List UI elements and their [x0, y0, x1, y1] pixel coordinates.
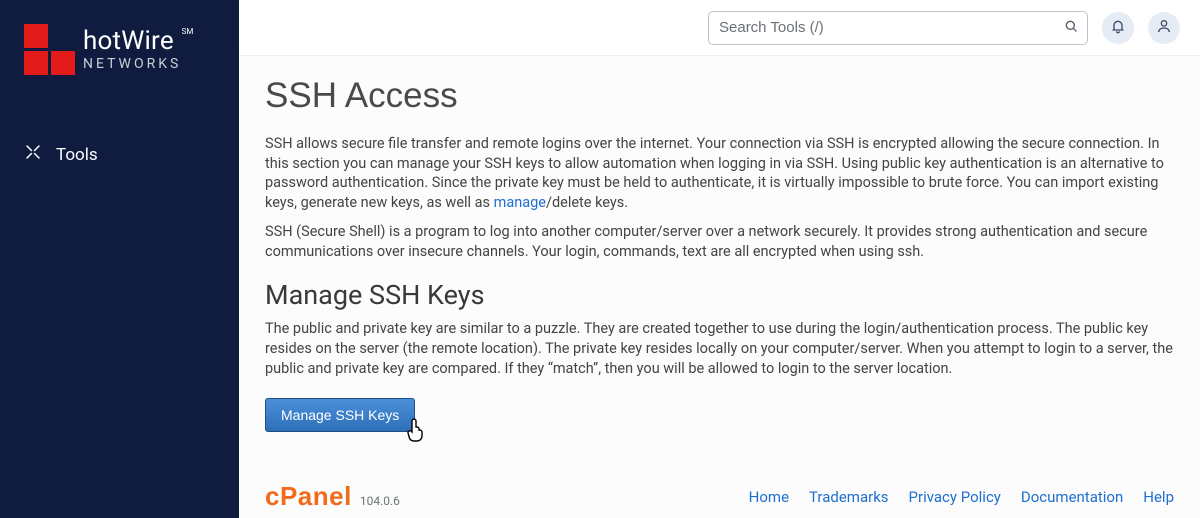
cpanel-logo: cPanel [265, 481, 352, 512]
intro-text-a: SSH allows secure file transfer and remo… [265, 135, 1164, 211]
footer-link-help[interactable]: Help [1143, 488, 1174, 506]
footer-link-trademarks[interactable]: Trademarks [809, 488, 889, 506]
account-button[interactable] [1148, 12, 1180, 44]
intro-paragraph-1: SSH allows secure file transfer and remo… [265, 134, 1174, 212]
cursor-hand-icon [404, 417, 428, 449]
user-icon [1156, 18, 1172, 38]
manage-link[interactable]: manage [494, 194, 546, 211]
manage-keys-heading: Manage SSH Keys [265, 279, 1174, 311]
sidebar-item-tools[interactable]: Tools [0, 129, 239, 180]
brand-name-top: hotWire [83, 28, 181, 55]
footer: cPanel 104.0.6 Home Trademarks Privacy P… [239, 467, 1200, 518]
topbar [239, 0, 1200, 56]
bell-icon [1110, 18, 1126, 38]
main-area: SSH Access SSH allows secure file transf… [239, 0, 1200, 518]
intro-text-b: /delete keys. [546, 194, 628, 211]
brand-logo: hotWire SM NETWORKS [0, 24, 239, 99]
footer-links: Home Trademarks Privacy Policy Documenta… [749, 488, 1174, 506]
sidebar-item-label: Tools [56, 145, 98, 165]
search-input[interactable] [708, 11, 1088, 45]
brand-logo-icon [24, 24, 75, 75]
tools-icon [24, 143, 42, 166]
page-title: SSH Access [265, 76, 1174, 116]
intro-paragraph-2: SSH (Secure Shell) is a program to log i… [265, 222, 1174, 261]
search-button[interactable] [1054, 11, 1088, 45]
brand-logo-text: hotWire SM NETWORKS [83, 28, 181, 72]
manage-ssh-keys-button[interactable]: Manage SSH Keys [265, 398, 415, 432]
cpanel-version: 104.0.6 [360, 494, 400, 508]
brand-sm: SM [182, 28, 194, 36]
footer-link-documentation[interactable]: Documentation [1021, 488, 1123, 506]
sidebar: hotWire SM NETWORKS Tools [0, 0, 239, 518]
footer-brand: cPanel 104.0.6 [265, 481, 400, 512]
search-wrap [708, 11, 1088, 45]
search-icon [1063, 18, 1079, 37]
content: SSH Access SSH allows secure file transf… [239, 56, 1200, 467]
notifications-button[interactable] [1102, 12, 1134, 44]
footer-link-home[interactable]: Home [749, 488, 789, 506]
footer-link-privacy[interactable]: Privacy Policy [909, 488, 1001, 506]
button-label: Manage SSH Keys [281, 407, 399, 423]
manage-keys-paragraph: The public and private key are similar t… [265, 319, 1174, 378]
brand-name-bottom: NETWORKS [83, 57, 181, 72]
